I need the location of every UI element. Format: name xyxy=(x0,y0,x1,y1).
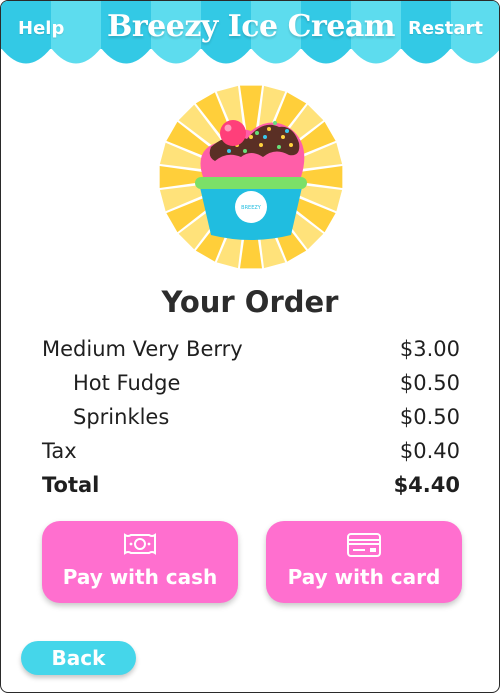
topping-price: $0.50 xyxy=(399,371,460,395)
header-awning: Help Breezy Ice Cream Restart xyxy=(1,1,499,73)
cherry-icon xyxy=(220,120,246,146)
app-frame: Help Breezy Ice Cream Restart BREEZY You… xyxy=(0,0,500,693)
order-topping-row: Sprinkles $0.50 xyxy=(42,405,460,439)
pay-with-card-label: Pay with card xyxy=(287,565,441,589)
tax-row: Tax $0.40 xyxy=(42,439,460,473)
topping-name: Sprinkles xyxy=(73,405,170,429)
back-button[interactable]: Back xyxy=(21,641,136,675)
svg-text:BREEZY: BREEZY xyxy=(241,205,262,211)
credit-card-icon xyxy=(266,530,462,558)
item-price: $3.00 xyxy=(399,337,460,361)
order-topping-row: Hot Fudge $0.50 xyxy=(42,371,460,405)
pay-with-cash-label: Pay with cash xyxy=(62,565,218,589)
topping-name: Hot Fudge xyxy=(73,371,181,395)
total-label: Total xyxy=(42,473,100,497)
item-name: Medium Very Berry xyxy=(42,337,243,361)
restart-button[interactable]: Restart xyxy=(408,18,483,39)
total-row: Total $4.40 xyxy=(42,473,460,507)
cup-rim xyxy=(195,177,307,189)
order-title: Your Order xyxy=(161,285,339,319)
order-item-row: Medium Very Berry $3.00 xyxy=(42,337,460,371)
total-amount: $4.40 xyxy=(393,473,460,497)
ice-cream-illustration: BREEZY xyxy=(159,85,343,269)
cash-icon xyxy=(42,530,238,558)
order-summary: Medium Very Berry $3.00 Hot Fudge $0.50 … xyxy=(42,337,460,507)
topping-price: $0.50 xyxy=(399,405,460,429)
pay-with-card-button[interactable]: Pay with card xyxy=(266,521,462,603)
pay-with-cash-button[interactable]: Pay with cash xyxy=(42,521,238,603)
tax-label: Tax xyxy=(42,439,77,463)
tax-amount: $0.40 xyxy=(399,439,460,463)
